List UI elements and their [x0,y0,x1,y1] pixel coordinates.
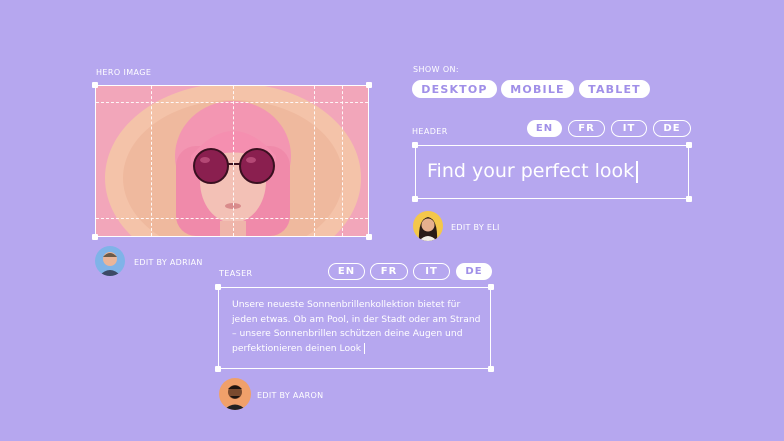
resize-handle-bottom-left[interactable] [92,234,98,240]
show-on-desktop-button[interactable]: DESKTOP [412,80,497,98]
teaser-text-value: Unsere neueste Sonnenbrillenkollektion b… [232,299,481,354]
crop-guide-v1 [151,86,152,236]
header-text-value: Find your perfect look [427,160,635,182]
teaser-label: TEASER [219,269,253,278]
header-label: HEADER [412,127,448,136]
crop-guide-h1 [96,102,368,103]
teaser-handle-bottom-right[interactable] [488,366,494,372]
crop-guide-h2 [96,218,368,219]
header-handle-top-left[interactable] [412,142,418,148]
text-caret [636,160,638,183]
header-lang-de[interactable]: DE [653,120,691,137]
teaser-handle-top-right[interactable] [488,284,494,290]
resize-handle-top-left[interactable] [92,82,98,88]
teaser-handle-bottom-left[interactable] [215,366,221,372]
teaser-editor-label: EDIT BY AARON [257,391,324,400]
show-on-tablet-button[interactable]: TABLET [579,80,650,98]
hero-image-label: HERO IMAGE [96,68,152,77]
teaser-lang-en[interactable]: EN [328,263,365,280]
text-caret [363,342,366,354]
header-lang-it[interactable]: IT [611,120,647,137]
hero-editor-label: EDIT BY ADRIAN [134,258,203,267]
resize-handle-top-right[interactable] [366,82,372,88]
header-editor-label: EDIT BY ELI [451,223,500,232]
teaser-lang-it[interactable]: IT [413,263,450,280]
header-handle-bottom-right[interactable] [686,196,692,202]
header-handle-top-right[interactable] [686,142,692,148]
avatar-eli [413,211,443,241]
header-lang-fr[interactable]: FR [568,120,605,137]
teaser-text-field[interactable]: Unsere neueste Sonnenbrillenkollektion b… [218,287,491,369]
show-on-mobile-button[interactable]: MOBILE [501,80,574,98]
teaser-lang-de[interactable]: DE [456,263,492,280]
teaser-lang-fr[interactable]: FR [370,263,408,280]
resize-handle-bottom-right[interactable] [366,234,372,240]
avatar-adrian [95,246,125,276]
header-text-field[interactable]: Find your perfect look [415,145,689,199]
header-lang-en[interactable]: EN [527,120,562,137]
show-on-label: SHOW ON: [413,65,460,74]
crop-guide-v3 [314,86,315,236]
crop-guide-v4 [342,86,343,236]
avatar-aaron [219,378,251,410]
teaser-handle-top-left[interactable] [215,284,221,290]
hero-image[interactable] [95,85,369,237]
crop-guide-v2 [233,86,234,236]
header-handle-bottom-left[interactable] [412,196,418,202]
